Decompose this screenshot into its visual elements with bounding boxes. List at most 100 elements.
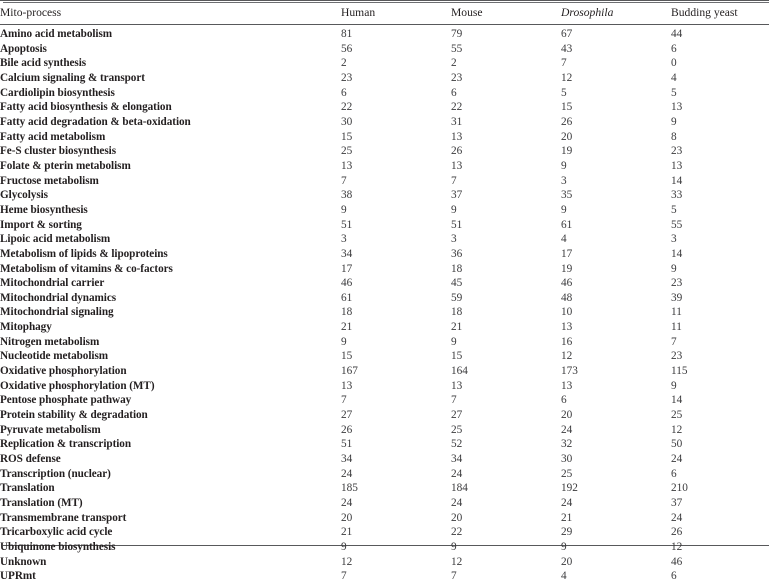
- cell-human: 27: [341, 409, 353, 422]
- cell-mouse: 18: [451, 306, 463, 319]
- table-row: Fructose metabolism 7 7 3 14: [0, 174, 769, 189]
- table-row: Translation (MT) 24 24 24 37: [0, 496, 769, 511]
- table-row: Protein stability & degradation 27 27 20 25: [0, 408, 769, 423]
- table-row: Bile acid synthesis 2 2 7 0: [0, 56, 769, 71]
- cell-budding-yeast: 50: [671, 438, 683, 451]
- cell-mito-process: Nucleotide metabolism: [0, 350, 109, 363]
- table-row: Fatty acid biosynthesis & elongation 22 22…: [0, 100, 769, 115]
- cell-mito-process: Metabolism of lipids & lipoproteins: [0, 247, 168, 260]
- cell-drosophila: 9: [561, 159, 567, 172]
- cell-mouse: 12: [451, 555, 463, 568]
- cell-drosophila: 20: [561, 130, 573, 143]
- column-header-mito-process: Mito-process: [0, 0, 338, 25]
- cell-mouse: 34: [451, 453, 463, 466]
- cell-mouse: 3: [451, 233, 457, 246]
- cell-mito-process: Fe-S cluster biosynthesis: [0, 145, 117, 158]
- cell-human: 30: [341, 115, 353, 128]
- cell-mouse: 36: [451, 247, 463, 260]
- cell-mito-process: Folate & pterin metabolism: [0, 159, 131, 172]
- cell-mito-process: Replication & transcription: [0, 438, 132, 451]
- cell-budding-yeast: 9: [671, 262, 677, 275]
- cell-mouse: 7: [451, 570, 457, 583]
- cell-budding-yeast: 25: [671, 409, 683, 422]
- cell-drosophila: 9: [561, 203, 567, 216]
- cell-mito-process: Ubiquinone biosynthesis: [0, 540, 116, 553]
- table-row: Apoptosis 56 55 43 6: [0, 42, 769, 57]
- cell-mouse: 31: [451, 115, 463, 128]
- table-head: Mito-process Human Mouse Drosophila Budd…: [0, 0, 769, 25]
- table-row: Cardiolipin biosynthesis 6 6 5 5: [0, 86, 769, 101]
- cell-mouse: 24: [451, 467, 463, 480]
- cell-mito-process: Protein stability & degradation: [0, 409, 148, 422]
- cell-human: 56: [341, 42, 353, 55]
- table-header-row: Mito-process Human Mouse Drosophila Budd…: [0, 0, 769, 25]
- cell-drosophila: 32: [561, 438, 573, 451]
- cell-mouse: 7: [451, 174, 457, 187]
- cell-drosophila: 3: [561, 174, 567, 187]
- cell-human: 24: [341, 497, 353, 509]
- cell-mito-process: Import & sorting: [0, 218, 82, 231]
- cell-drosophila: 19: [561, 145, 573, 158]
- cell-human: 7: [341, 570, 347, 583]
- cell-mouse: 45: [451, 277, 463, 290]
- table-row: Mitochondrial carrier 46 45 46 23: [0, 276, 769, 291]
- cell-human: 13: [341, 159, 353, 172]
- cell-mouse: 52: [451, 438, 463, 451]
- cell-budding-yeast: 13: [671, 101, 683, 114]
- cell-budding-yeast: 210: [671, 482, 688, 495]
- cell-mouse: 6: [451, 86, 457, 99]
- cell-human: 23: [341, 71, 353, 84]
- cell-human: 12: [341, 555, 353, 568]
- cell-mito-process: Apoptosis: [0, 42, 47, 55]
- table-row: Metabolism of vitamins & co-factors 17 18 1…: [0, 262, 769, 277]
- cell-human: 34: [341, 247, 353, 260]
- cell-drosophila: 4: [561, 570, 567, 583]
- cell-budding-yeast: 55: [671, 218, 683, 231]
- cell-mouse: 79: [451, 28, 463, 40]
- table-row: Mitochondrial dynamics 61 59 48 39: [0, 291, 769, 306]
- cell-drosophila: 15: [561, 101, 573, 114]
- cell-mouse: 22: [451, 101, 463, 114]
- cell-human: 185: [341, 482, 358, 495]
- cell-drosophila: 19: [561, 262, 573, 275]
- table-row: Oxidative phosphorylation 167 164 173 115: [0, 364, 769, 379]
- cell-mito-process: Bile acid synthesis: [0, 57, 87, 70]
- cell-mito-process: Calcium signaling & transport: [0, 71, 145, 84]
- cell-drosophila: 13: [561, 321, 573, 334]
- cell-mouse: 9: [451, 540, 457, 553]
- cell-budding-yeast: 6: [671, 42, 677, 55]
- cell-drosophila: 10: [561, 306, 573, 319]
- cell-drosophila: 25: [561, 467, 573, 480]
- table-row: Import & sorting 51 51 61 55: [0, 218, 769, 233]
- cell-human: 2: [341, 57, 347, 70]
- table-row: Translation 185 184 192 210: [0, 481, 769, 496]
- cell-drosophila: 12: [561, 71, 573, 84]
- cell-budding-yeast: 9: [671, 379, 677, 392]
- cell-mito-process: Fructose metabolism: [0, 174, 99, 187]
- cell-human: 24: [341, 467, 353, 480]
- cell-human: 3: [341, 233, 347, 246]
- cell-drosophila: 30: [561, 453, 573, 466]
- table-row: Replication & transcription 51 52 32 50: [0, 437, 769, 452]
- cell-budding-yeast: 11: [671, 321, 682, 334]
- cell-budding-yeast: 46: [671, 555, 683, 568]
- table-row: ROS defense 34 34 30 24: [0, 452, 769, 467]
- cell-mito-process: Transmembrane transport: [0, 511, 127, 524]
- table-row: Amino acid metabolism 81 79 67 44: [0, 24, 769, 42]
- cell-drosophila: 16: [561, 335, 573, 348]
- cell-mouse: 13: [451, 379, 463, 392]
- table-row: Transcription (nuclear) 24 24 25 6: [0, 467, 769, 482]
- table-body: Amino acid metabolism 81 79 67 44 Apoptosis 56…: [0, 24, 769, 584]
- cell-human: 26: [341, 423, 353, 436]
- cell-mito-process: Pentose phosphate pathway: [0, 394, 132, 407]
- column-header-mouse: Mouse: [448, 0, 558, 25]
- cell-human: 81: [341, 28, 353, 40]
- cell-budding-yeast: 23: [671, 277, 683, 290]
- cell-mouse: 23: [451, 71, 463, 84]
- cell-human: 9: [341, 540, 347, 553]
- cell-drosophila: 61: [561, 218, 573, 231]
- cell-human: 34: [341, 453, 353, 466]
- cell-human: 17: [341, 262, 353, 275]
- cell-human: 13: [341, 379, 353, 392]
- cell-mito-process: Pyruvate metabolism: [0, 423, 101, 436]
